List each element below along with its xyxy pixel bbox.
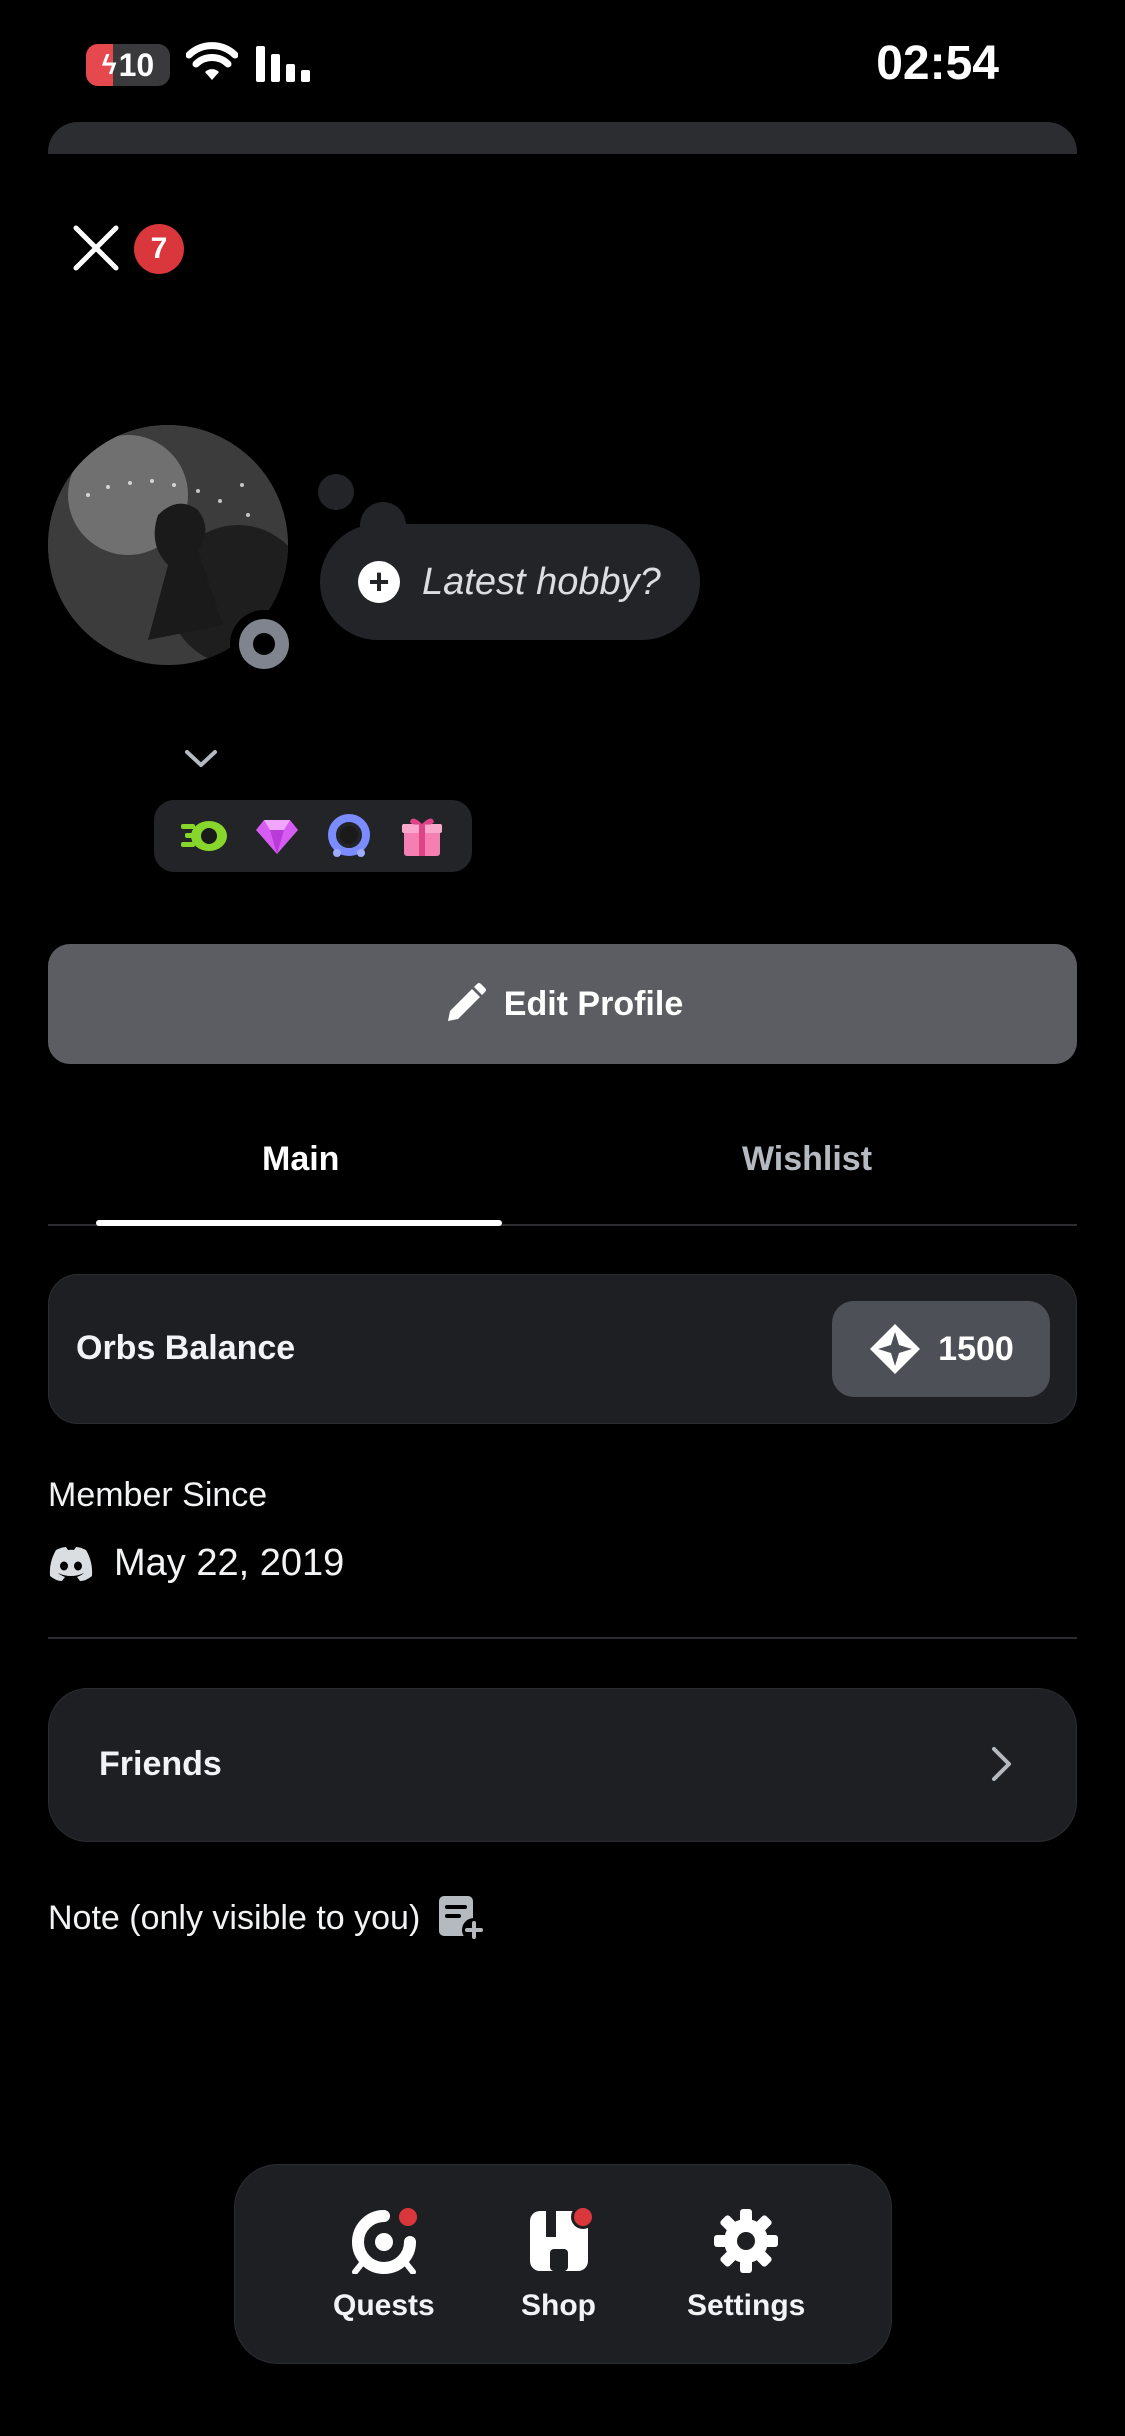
custom-status-bubble[interactable]: + Latest hobby? xyxy=(320,524,700,640)
tab-quests-label: Quests xyxy=(333,2289,435,2322)
gear-icon xyxy=(714,2209,779,2273)
battery-indicator: ϟ 10 xyxy=(86,44,170,86)
tab-settings-label: Settings xyxy=(687,2289,806,2322)
gem-badge-icon[interactable] xyxy=(252,811,302,861)
notification-dot xyxy=(570,2205,595,2229)
tab-shop-label: Shop xyxy=(521,2289,596,2322)
notification-badge: 7 xyxy=(134,224,184,274)
tab-settings[interactable]: Settings xyxy=(687,2205,805,2323)
tab-shop[interactable]: Shop xyxy=(521,2205,596,2323)
orbs-balance-card[interactable]: Orbs Balance 1500 xyxy=(48,1274,1077,1424)
battery-text: ϟ 10 xyxy=(86,44,170,86)
chevron-right-icon xyxy=(992,1747,1011,1781)
member-since-row: May 22, 2019 xyxy=(48,1542,344,1585)
battery-percent: 10 xyxy=(118,46,155,83)
friends-row[interactable]: Friends xyxy=(48,1688,1077,1842)
close-icon[interactable] xyxy=(70,222,122,274)
wifi-icon xyxy=(186,42,238,80)
plus-icon: + xyxy=(358,561,400,603)
charging-bolt-icon: ϟ xyxy=(101,49,117,80)
tab-wishlist[interactable]: Wishlist xyxy=(742,1140,872,1179)
active-tab-indicator xyxy=(96,1220,502,1226)
divider xyxy=(48,1637,1077,1639)
gift-badge-icon[interactable] xyxy=(397,811,447,861)
pencil-icon xyxy=(447,983,486,1021)
orbs-balance-pill[interactable]: 1500 xyxy=(832,1301,1050,1397)
presence-status-icon xyxy=(230,610,298,678)
chevron-down-icon[interactable] xyxy=(184,748,218,770)
laurel-badge-icon[interactable] xyxy=(324,811,374,861)
nitro-badge-icon[interactable] xyxy=(179,811,229,861)
tab-main[interactable]: Main xyxy=(262,1140,339,1179)
status-bar: ϟ 10 02:54 xyxy=(0,0,1125,130)
profile-badges xyxy=(154,800,472,872)
edit-profile-label: Edit Profile xyxy=(503,984,684,1023)
orbs-balance-label: Orbs Balance xyxy=(76,1329,296,1367)
member-since-label: Member Since xyxy=(48,1476,268,1514)
profile-tabs: Main Wishlist xyxy=(48,1118,1077,1226)
orbs-balance-value: 1500 xyxy=(938,1329,1014,1368)
orb-icon xyxy=(870,1324,921,1374)
edit-profile-button[interactable]: Edit Profile xyxy=(48,944,1077,1064)
member-since-date: May 22, 2019 xyxy=(114,1542,345,1584)
notification-dot xyxy=(395,2205,420,2229)
discord-logo-icon xyxy=(49,1546,93,1581)
tab-quests[interactable]: Quests xyxy=(333,2205,435,2323)
status-time: 02:54 xyxy=(876,37,999,90)
note-label: Note (only visible to you) xyxy=(48,1898,421,1937)
add-note-icon[interactable] xyxy=(436,1894,487,1942)
hobby-prompt: Latest hobby? xyxy=(422,560,661,603)
bottom-tab-bar: Quests Shop Settings xyxy=(234,2164,892,2364)
note-row[interactable]: Note (only visible to you) xyxy=(48,1894,487,1942)
friends-label: Friends xyxy=(99,1745,222,1783)
cellular-signal-icon xyxy=(256,46,310,82)
sheet-edge xyxy=(0,154,1125,174)
thought-bubble-dot xyxy=(318,474,354,510)
